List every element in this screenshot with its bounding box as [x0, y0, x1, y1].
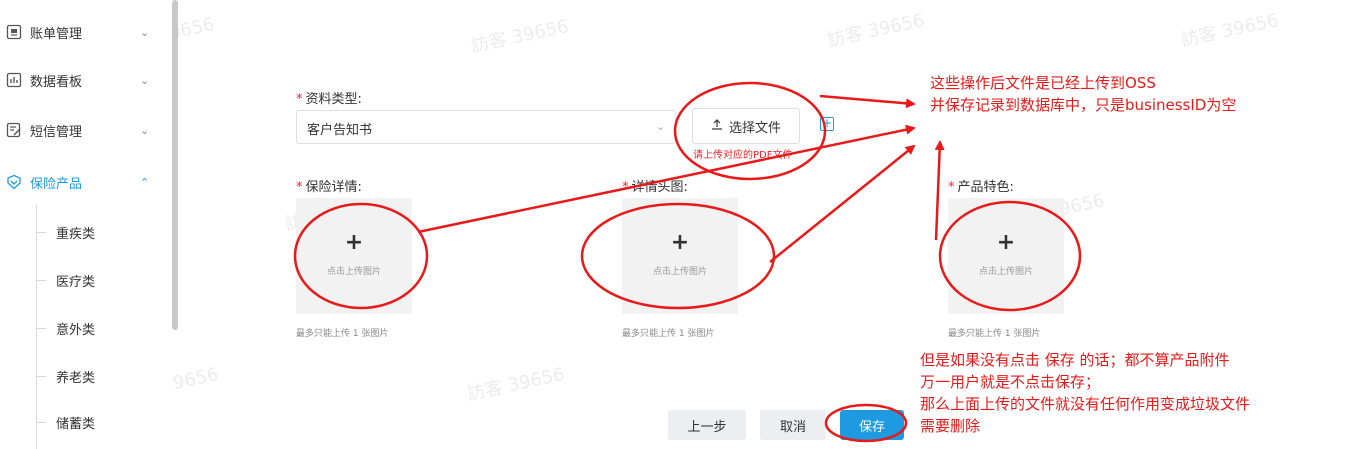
bottom-annotation: 但是如果没有点击 保存 的话；都不算产品附件 万一用户就是不点击保存； 那么上面… [920, 349, 1250, 437]
annotation-circle [938, 200, 1082, 312]
annotation-arrow [769, 144, 916, 263]
annotation-line: 万一用户就是不点击保存； [920, 373, 1101, 391]
annotation-circle [580, 202, 776, 310]
annotation-arrow [417, 124, 916, 234]
annotation-line: 那么上面上传的文件就没有任何作用变成垃圾文件 [920, 395, 1251, 413]
top-annotation: 这些操作后文件是已经上传到OSS 并保存记录到数据库中，只是businessID… [930, 72, 1236, 116]
annotation-line: 这些操作后文件是已经上传到OSS [930, 74, 1156, 92]
annotation-arrow [819, 94, 916, 109]
annotation-circle [673, 81, 827, 181]
annotation-arrow [934, 140, 945, 241]
annotation-line: 需要删除 [920, 417, 981, 435]
annotation-circle [293, 202, 429, 310]
annotation-line: 并保存记录到数据库中，只是businessID为空 [930, 96, 1237, 114]
annotation-circle [824, 403, 908, 443]
annotation-line: 但是如果没有点击 保存 的话；都不算产品附件 [920, 351, 1230, 369]
